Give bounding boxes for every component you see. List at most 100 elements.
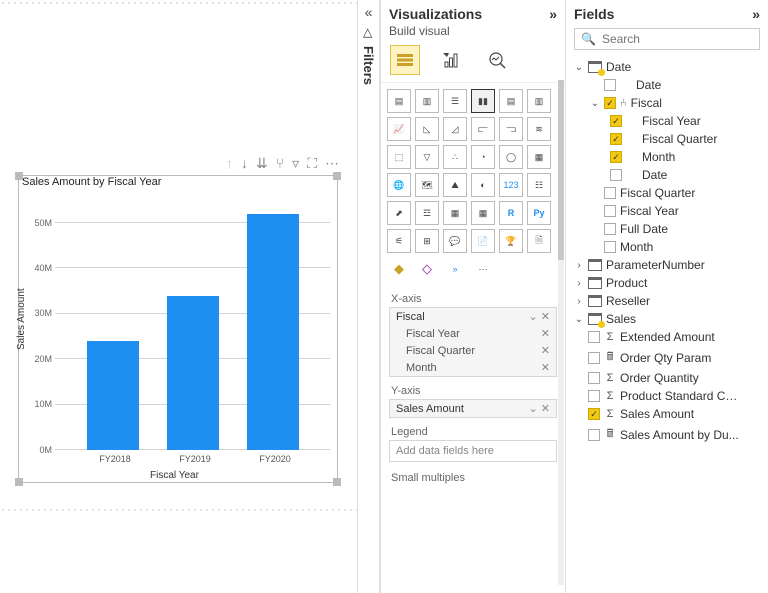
drill-down-icon[interactable]: ↓ (241, 155, 248, 172)
viz-type-key-influencers[interactable]: ⚟ (387, 229, 411, 253)
viz-type-more[interactable]: ⋯ (471, 257, 495, 281)
remove-field-icon[interactable]: ✕ (541, 361, 550, 374)
tab-build-visual[interactable] (391, 46, 419, 74)
filter-icon[interactable]: ▿ (292, 155, 299, 172)
table-reseller[interactable]: ›Reseller (570, 292, 768, 310)
field-fiscal-year[interactable]: ✓Fiscal Year (570, 112, 768, 130)
field-checkbox[interactable] (588, 390, 600, 402)
viz-type-pie[interactable]: ◔ (471, 145, 495, 169)
search-input[interactable] (602, 32, 757, 46)
viz-type-goals[interactable]: 🏆 (499, 229, 523, 253)
field-date[interactable]: Date (570, 166, 768, 184)
table-parameternumber[interactable]: ›ParameterNumber (570, 256, 768, 274)
remove-field-icon[interactable]: ✕ (541, 403, 550, 415)
viz-type-get-more[interactable]: » (443, 257, 467, 281)
resize-handle[interactable] (333, 478, 341, 486)
table-sales[interactable]: ⌄Sales (570, 310, 768, 328)
viz-type-100-column[interactable]: ▥ (527, 89, 551, 113)
viz-type-qa[interactable]: 💬 (443, 229, 467, 253)
drill-up-icon[interactable]: ↑ (226, 155, 233, 172)
expand-filters-icon[interactable]: « (365, 4, 373, 20)
viz-type-100-bar[interactable]: ▤ (499, 89, 523, 113)
field-checkbox[interactable] (588, 372, 600, 384)
field-checkbox[interactable] (588, 352, 600, 364)
field-checkbox[interactable] (604, 205, 616, 217)
chart-bar[interactable] (167, 296, 219, 451)
field-checkbox[interactable] (604, 241, 616, 253)
viz-type-line-column[interactable]: ⫍ (471, 117, 495, 141)
field-fiscal-quarter[interactable]: Fiscal Quarter (570, 184, 768, 202)
viz-type-gauge[interactable]: ◐ (471, 173, 495, 197)
viz-type-area[interactable]: ◺ (415, 117, 439, 141)
field-checkbox[interactable]: ✓ (604, 97, 616, 109)
remove-field-icon[interactable]: ✕ (541, 327, 550, 340)
viz-type-stacked-area[interactable]: ◿ (443, 117, 467, 141)
viz-type-line[interactable]: 📈 (387, 117, 411, 141)
collapse-pane-icon[interactable]: » (752, 6, 760, 22)
field-order-quantity[interactable]: ΣOrder Quantity (570, 369, 768, 387)
viz-type-clustered-bar[interactable]: ☰ (443, 89, 467, 113)
viz-type-table[interactable]: ▦ (443, 201, 467, 225)
field-checkbox[interactable] (588, 429, 600, 441)
viz-type-donut[interactable]: ◯ (499, 145, 523, 169)
viz-type-scatter[interactable]: ∴ (443, 145, 467, 169)
viz-type-treemap[interactable]: ▦ (527, 145, 551, 169)
viz-type-clustered-column[interactable]: ▮▮ (471, 89, 495, 113)
field-order-qty-param[interactable]: 🖩Order Qty Param (570, 346, 768, 369)
field-checkbox[interactable]: ✓ (610, 151, 622, 163)
viz-type-azure-map[interactable]: ⛰ (443, 173, 467, 197)
field-checkbox[interactable] (604, 223, 616, 235)
viz-type-filled-map[interactable]: 🗺 (415, 173, 439, 197)
viz-type-stacked-bar[interactable]: ▤ (387, 89, 411, 113)
field-fiscal-year[interactable]: Fiscal Year (570, 202, 768, 220)
viz-type-powerapps[interactable]: ◇ (415, 257, 439, 281)
field-sales-amount-by-due[interactable]: 🖩Sales Amount by Du... (570, 423, 768, 446)
field-checkbox[interactable] (604, 187, 616, 199)
viz-type-multi-card[interactable]: ☷ (527, 173, 551, 197)
viz-type-line-clustered[interactable]: ⫎ (499, 117, 523, 141)
field-product-standard-cost[interactable]: ΣProduct Standard Cost (570, 387, 768, 405)
viz-type-python[interactable]: Py (527, 201, 551, 225)
viz-type-matrix[interactable]: ▦ (471, 201, 495, 225)
hierarchy-icon[interactable]: ⑂ (276, 155, 284, 172)
expand-all-icon[interactable]: ⇊ (256, 155, 268, 172)
field-month[interactable]: Month (570, 238, 768, 256)
field-checkbox[interactable] (588, 331, 600, 343)
chart-bar[interactable] (87, 341, 139, 450)
viz-type-narrative[interactable]: 📄 (471, 229, 495, 253)
field-date[interactable]: Date (570, 76, 768, 94)
field-full-date[interactable]: Full Date (570, 220, 768, 238)
focus-mode-icon[interactable]: ⛶ (307, 155, 317, 172)
field-checkbox[interactable]: ✓ (610, 115, 622, 127)
viz-type-r[interactable]: R (499, 201, 523, 225)
field-checkbox[interactable] (604, 79, 616, 91)
viz-type-kpi[interactable]: ⬈ (387, 201, 411, 225)
resize-handle[interactable] (333, 172, 341, 180)
yaxis-field-well[interactable]: Sales Amount⌄ ✕ (389, 399, 557, 418)
viz-type-card[interactable]: 123 (499, 173, 523, 197)
remove-field-icon[interactable]: ✕ (541, 344, 550, 357)
xaxis-field-well[interactable]: Fiscal⌄ ✕ Fiscal Year✕ Fiscal Quarter✕ M… (389, 307, 557, 377)
field-sales-amount[interactable]: ✓ΣSales Amount (570, 405, 768, 423)
field-fiscal-quarter[interactable]: ✓Fiscal Quarter (570, 130, 768, 148)
more-options-icon[interactable]: ⋯ (325, 155, 339, 172)
viz-type-apps[interactable]: ◆ (387, 257, 411, 281)
tab-analytics[interactable] (483, 46, 511, 74)
collapse-pane-icon[interactable]: » (549, 6, 557, 22)
viz-type-waterfall[interactable]: ⬚ (387, 145, 411, 169)
viz-type-ribbon[interactable]: ≋ (527, 117, 551, 141)
table-product[interactable]: ›Product (570, 274, 768, 292)
viz-type-slicer[interactable]: ☲ (415, 201, 439, 225)
hierarchy-fiscal[interactable]: ⌄✓⑃Fiscal (570, 94, 768, 112)
scrollbar-thumb[interactable] (558, 80, 564, 260)
remove-field-icon[interactable]: ✕ (541, 311, 550, 323)
tab-format-visual[interactable] (437, 46, 465, 74)
field-month[interactable]: ✓Month (570, 148, 768, 166)
resize-handle[interactable] (15, 478, 23, 486)
field-checkbox[interactable]: ✓ (588, 408, 600, 420)
pane-scrollbar[interactable] (558, 80, 564, 585)
viz-type-column[interactable]: ▥ (415, 89, 439, 113)
viz-type-paginated[interactable]: 🗎 (527, 229, 551, 253)
viz-type-decomposition[interactable]: ⊞ (415, 229, 439, 253)
legend-field-well[interactable]: Add data fields here (389, 440, 557, 462)
